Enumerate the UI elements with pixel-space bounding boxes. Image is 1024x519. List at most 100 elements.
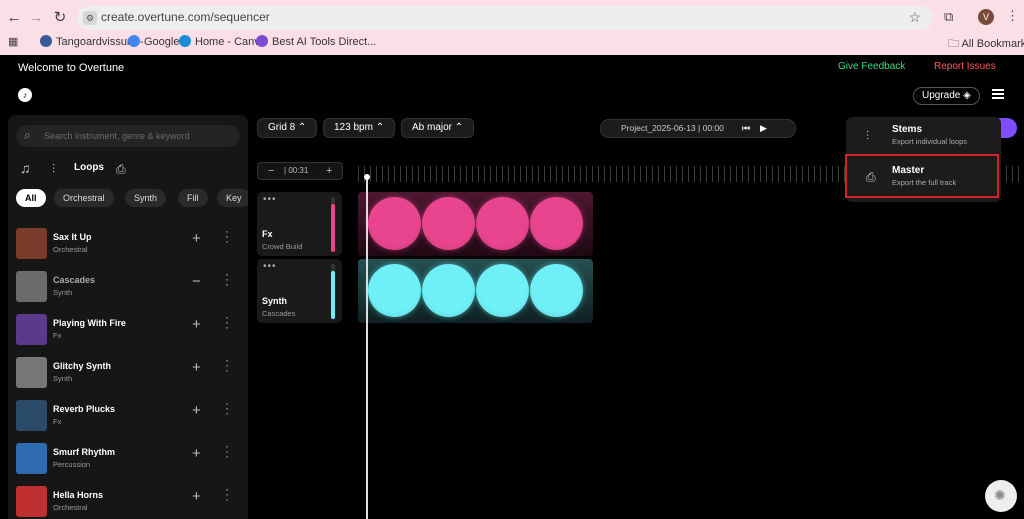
track-header[interactable]: ••• Synth Cascades [257, 259, 342, 323]
search-box: ⌕ [16, 125, 240, 147]
playhead[interactable] [366, 175, 368, 519]
more-options-icon[interactable]: · · · [222, 354, 232, 376]
loop-pad[interactable] [422, 197, 475, 250]
list-item[interactable]: Smurf Rhythm Percussion + · · · [8, 440, 248, 480]
export-stems-option[interactable]: ⫶ Stems Export individual loops [846, 117, 1001, 157]
grid-select[interactable]: Grid 8 ⌃ [257, 118, 318, 138]
track-lane[interactable] [358, 259, 593, 323]
list-item[interactable]: Playing With Fire Fx + · · · [8, 311, 248, 351]
play-icon[interactable]: ▶ [760, 120, 767, 137]
list-item[interactable]: Reverb Plucks Fx + · · · [8, 397, 248, 437]
forward-icon[interactable]: → [26, 8, 46, 28]
track-options-icon[interactable]: ••• [263, 261, 277, 272]
add-loop-button[interactable]: + [192, 445, 201, 462]
loop-pad[interactable] [422, 264, 475, 317]
more-options-icon[interactable]: · · · [222, 440, 232, 462]
loop-category: Orchestral [53, 503, 88, 512]
waveform-icon[interactable]: ⫶ [52, 162, 55, 177]
site-info-icon[interactable]: ⚙ [83, 11, 97, 25]
give-feedback-link[interactable]: Give Feedback [838, 61, 905, 72]
loop-pad[interactable] [476, 264, 529, 317]
volume-slider[interactable] [331, 264, 335, 319]
chevron-updown-icon: ⌃ [454, 122, 464, 133]
browser-menu-icon[interactable]: ⋮ [1006, 8, 1019, 24]
loop-thumbnail [16, 486, 47, 517]
bookmark-canva[interactable]: Home - Canva [179, 35, 266, 48]
add-loop-button[interactable]: + [192, 402, 201, 419]
loop-thumbnail [16, 228, 47, 259]
more-options-icon[interactable]: · · · [222, 397, 232, 419]
playhead-handle[interactable] [364, 174, 370, 180]
chip-synth[interactable]: Synth [125, 189, 167, 207]
more-options-icon[interactable]: · · · [222, 483, 232, 505]
skip-back-icon[interactable]: ⏮ [742, 120, 750, 137]
track-options-icon[interactable]: ••• [263, 194, 277, 205]
hamburger-menu-icon[interactable] [992, 89, 1004, 99]
loop-category: Percussion [53, 460, 91, 469]
loop-pad[interactable] [530, 197, 583, 250]
folder-icon: 🗀 [948, 38, 962, 50]
profile-avatar[interactable]: V [978, 9, 994, 25]
loop-thumbnail [16, 314, 47, 345]
loop-pad[interactable] [530, 264, 583, 317]
chip-key[interactable]: Key [217, 189, 248, 207]
app: Welcome to Overtune Give Feedback Report… [0, 55, 1024, 519]
more-options-icon[interactable]: · · · [222, 225, 232, 247]
loop-pad[interactable] [368, 197, 421, 250]
overtune-logo[interactable]: ♪ [18, 88, 32, 102]
track-lane[interactable] [358, 192, 593, 256]
address-bar[interactable]: ⚙ create.overtune.com/sequencer ☆ [77, 6, 933, 30]
bookmark-google[interactable]: Google [128, 35, 179, 48]
loop-title: Smurf Rhythm [53, 447, 116, 457]
project-bar: Project_2025-06-13 | 00:00 ⏮ ▶ [600, 119, 796, 138]
zoom-in-button[interactable]: + [326, 163, 332, 179]
chip-fill[interactable]: Fill [178, 189, 208, 207]
track-loop-name: Cascades [262, 309, 296, 318]
list-item[interactable]: Hella Horns Orchestral + · · · [8, 483, 248, 519]
add-loop-button[interactable]: + [192, 316, 201, 333]
add-loop-button[interactable]: + [192, 359, 201, 376]
loop-pad[interactable] [476, 197, 529, 250]
list-item[interactable]: Glitchy Synth Synth + · · · [8, 354, 248, 394]
report-issues-link[interactable]: Report Issues [934, 61, 996, 72]
music-note-icon[interactable]: ♫ [20, 160, 31, 176]
back-icon[interactable]: ← [4, 8, 24, 28]
file-music-icon[interactable]: ⎙ [116, 162, 126, 177]
bookmark-ai-tools[interactable]: Best AI Tools Direct... [256, 35, 376, 48]
welcome-text: Welcome to Overtune [18, 62, 125, 74]
time-display: | 00:31 [284, 166, 309, 175]
loop-thumbnail [16, 271, 47, 302]
loading-spinner: ✺ [985, 480, 1017, 512]
apps-grid-icon[interactable]: ▦ [8, 35, 18, 48]
zoom-out-button[interactable]: − [268, 163, 274, 179]
project-title: Project_2025-06-13 | 00:00 [621, 123, 724, 133]
loop-thumbnail [16, 400, 47, 431]
list-item[interactable]: Cascades Synth − · · · [8, 268, 248, 308]
chip-orchestral[interactable]: Orchestral [54, 189, 114, 207]
spinner-icon: ✺ [994, 487, 1006, 503]
extensions-icon[interactable]: ⧉ [944, 9, 953, 25]
more-options-icon[interactable]: · · · [222, 268, 232, 290]
reload-icon[interactable]: ↻ [50, 8, 70, 28]
bookmark-star-icon[interactable]: ☆ [908, 9, 921, 26]
search-input[interactable] [44, 128, 234, 144]
bpm-select[interactable]: 123 bpm ⌃ [323, 118, 396, 138]
url-text: create.overtune.com/sequencer [101, 10, 270, 24]
volume-slider[interactable] [331, 197, 335, 252]
tab-loops[interactable]: Loops [74, 162, 104, 173]
loop-thumbnail [16, 357, 47, 388]
loop-category: Synth [53, 288, 73, 297]
chip-all[interactable]: All [16, 189, 46, 207]
add-loop-button[interactable]: − [192, 273, 201, 290]
track-header[interactable]: ••• Fx Crowd Build [257, 192, 342, 256]
loop-pad[interactable] [368, 264, 421, 317]
key-select[interactable]: Ab major ⌃ [401, 118, 475, 138]
more-options-icon[interactable]: · · · [222, 311, 232, 333]
chevron-updown-icon: ⌃ [298, 122, 307, 133]
add-loop-button[interactable]: + [192, 230, 201, 247]
track-name: Fx [262, 229, 273, 239]
upgrade-button[interactable]: Upgrade ◈ [913, 87, 980, 105]
add-loop-button[interactable]: + [192, 488, 201, 505]
list-item[interactable]: Sax It Up Orchestral + · · · [8, 225, 248, 265]
all-bookmarks[interactable]: 🗀 All Bookmarks [948, 35, 1024, 54]
